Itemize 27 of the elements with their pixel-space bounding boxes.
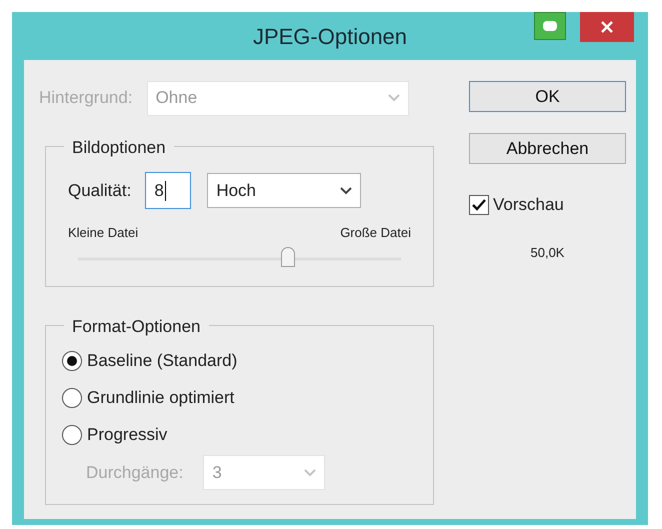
radio-label[interactable]: Baseline (Standard) xyxy=(87,348,238,374)
radio-label[interactable]: Grundlinie optimiert xyxy=(87,384,234,410)
quality-dropdown[interactable]: Hoch xyxy=(207,173,362,208)
checkbox[interactable] xyxy=(469,194,489,215)
close-button[interactable] xyxy=(580,12,634,42)
radio-button[interactable] xyxy=(62,388,82,408)
check-icon xyxy=(472,198,486,211)
chevron-down-icon xyxy=(340,186,352,194)
window-title: JPEG-Optionen xyxy=(252,22,408,51)
max-label: Große Datei xyxy=(340,224,411,242)
quality-slider[interactable] xyxy=(78,246,401,268)
slider-thumb[interactable] xyxy=(280,246,295,266)
file-size: 50,0K xyxy=(530,244,564,262)
dialog-button[interactable]: OK xyxy=(469,81,626,112)
radio-button[interactable] xyxy=(62,350,82,370)
passes-label: Durchgänge: xyxy=(86,462,184,484)
close-icon xyxy=(601,21,613,33)
preview-label[interactable]: Vorschau xyxy=(493,192,564,218)
chevron-down-icon xyxy=(388,94,400,102)
radio-label[interactable]: Progressiv xyxy=(87,422,168,448)
chevron-down-icon xyxy=(304,468,316,476)
quality-label: Qualität: xyxy=(68,180,132,202)
background-label: Hintergrund: xyxy=(39,87,133,110)
quality-input[interactable]: 8 xyxy=(145,172,192,209)
min-label: Kleine Datei xyxy=(68,224,138,242)
dialog-button[interactable]: Abbrechen xyxy=(469,133,626,164)
radio-button[interactable] xyxy=(62,424,82,444)
